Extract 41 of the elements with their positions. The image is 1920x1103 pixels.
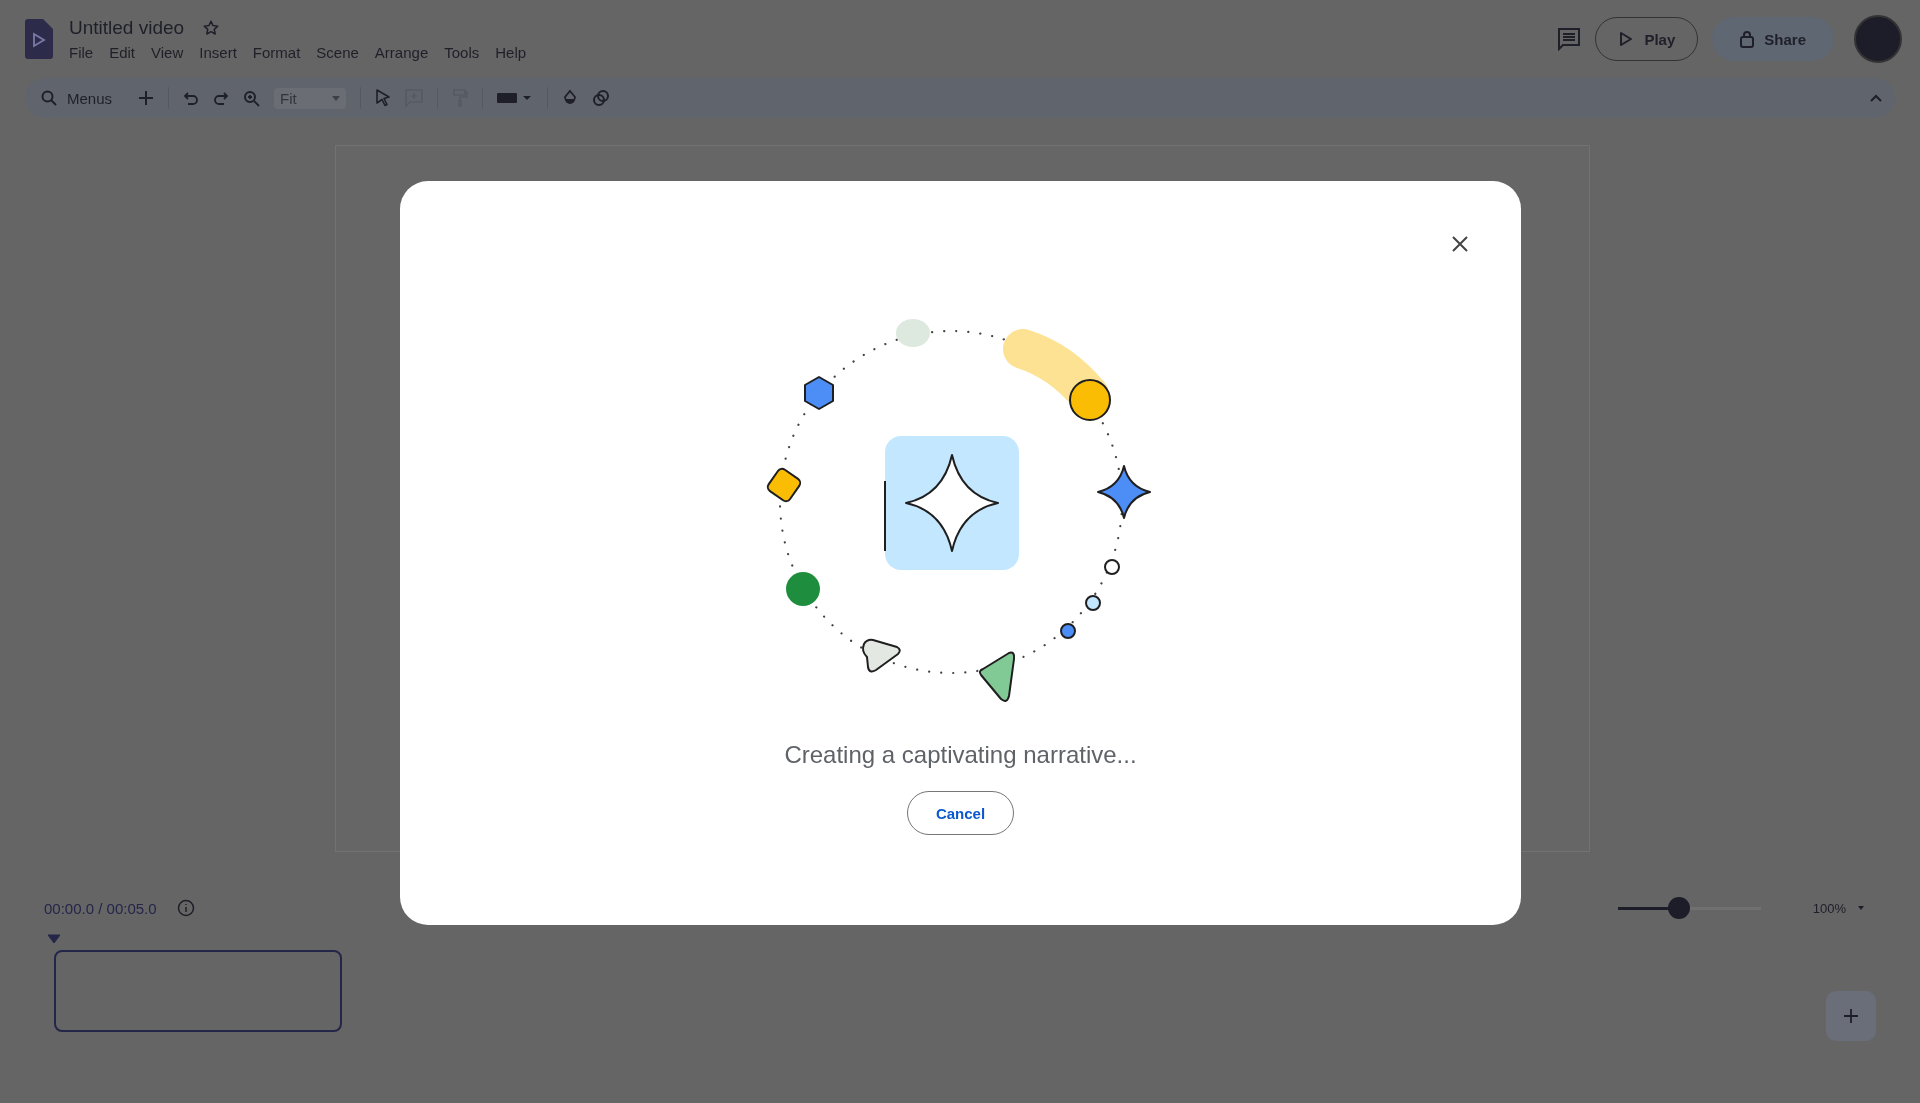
- menu-item[interactable]: Scene: [308, 44, 367, 61]
- close-icon: [1451, 235, 1469, 253]
- undo-icon[interactable]: [183, 90, 200, 106]
- menu-item[interactable]: Insert: [191, 44, 245, 61]
- menu-item[interactable]: Format: [244, 44, 309, 61]
- menu-item[interactable]: Help: [487, 44, 535, 61]
- progress-message: Creating a captivating narrative...: [784, 741, 1137, 769]
- keyboard-dropdown-icon[interactable]: [497, 91, 534, 105]
- cursor-icon[interactable]: [375, 89, 392, 107]
- shapes-icon[interactable]: [592, 89, 611, 107]
- caret-icon: [1858, 906, 1864, 910]
- collapse-chevron-icon[interactable]: [1869, 93, 1883, 103]
- plus-icon: [1843, 1008, 1859, 1024]
- menu-item[interactable]: Arrange: [366, 44, 437, 61]
- app-logo-icon: [25, 19, 53, 59]
- playback-time: 00:00.0 / 00:05.0: [44, 899, 157, 917]
- zoom-icon[interactable]: [243, 89, 261, 107]
- menu-item[interactable]: Edit: [101, 44, 144, 61]
- comments-icon[interactable]: [1557, 27, 1582, 51]
- menu-item[interactable]: Tools: [436, 44, 488, 61]
- document-title[interactable]: Untitled video: [69, 17, 185, 39]
- slider-thumb[interactable]: [1668, 897, 1691, 919]
- scene-clip[interactable]: [54, 950, 342, 1032]
- lock-icon: [1740, 30, 1755, 48]
- add-icon[interactable]: [138, 90, 155, 106]
- add-scene-button[interactable]: [1826, 991, 1876, 1041]
- share-button[interactable]: Share: [1712, 17, 1834, 61]
- menu-item[interactable]: File: [69, 44, 102, 61]
- menu-item[interactable]: View: [143, 44, 192, 61]
- play-icon: [1618, 31, 1635, 47]
- info-icon[interactable]: [176, 899, 195, 917]
- search-icon: [41, 90, 57, 106]
- cancel-button[interactable]: Cancel: [906, 791, 1015, 835]
- playhead-marker-icon[interactable]: [47, 934, 61, 944]
- redo-icon[interactable]: [213, 90, 230, 106]
- search-menus-field[interactable]: Menus: [37, 89, 125, 107]
- avatar[interactable]: [1854, 15, 1902, 63]
- caret-icon: [332, 95, 341, 101]
- star-icon[interactable]: [202, 19, 221, 37]
- fill-drop-icon[interactable]: [562, 89, 579, 107]
- zoom-level-dropdown[interactable]: 100%: [1800, 896, 1876, 920]
